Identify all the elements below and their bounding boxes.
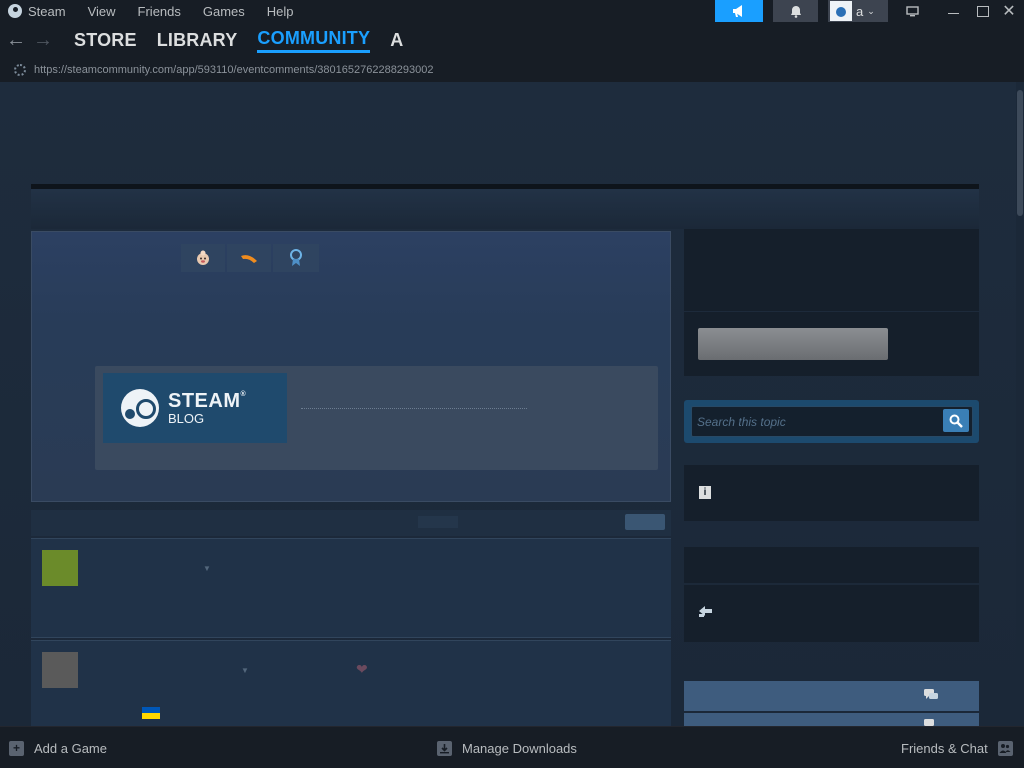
avatar [830, 1, 852, 21]
menu-help[interactable]: Help [267, 4, 294, 19]
search-button[interactable] [943, 409, 969, 432]
ribbon-award-icon [290, 249, 302, 266]
steam-blog-word-steam: STEAM® [168, 390, 247, 412]
comments-header-label [418, 516, 458, 528]
sidebar-panel-top [684, 229, 979, 311]
comment-item: ▼ ❤ [31, 640, 671, 726]
forward-arrow-icon[interactable]: → [32, 29, 54, 52]
award-tile[interactable] [181, 244, 225, 272]
award-tile[interactable] [273, 244, 319, 272]
friends-chat-button[interactable]: Friends & Chat [901, 727, 1013, 768]
chat-bubbles-icon [923, 688, 939, 705]
comments-header-button[interactable] [625, 514, 665, 530]
nav-store[interactable]: STORE [74, 30, 137, 51]
info-icon: i [699, 486, 711, 499]
sidebar-panel-action [684, 312, 979, 376]
megaphone-icon [733, 5, 742, 17]
loading-spinner-icon [14, 64, 26, 76]
comments-header [31, 510, 671, 536]
url-bar: https://steamcommunity.com/app/593110/ev… [0, 58, 1024, 82]
menu-friends[interactable]: Friends [138, 4, 181, 19]
chevron-down-icon: ⌄ [867, 5, 875, 16]
big-picture-button[interactable] [897, 0, 927, 22]
steam-blog-word-blog: BLOG [168, 411, 205, 426]
menu-steam-label: Steam [28, 3, 66, 19]
menu-steam[interactable]: Steam [8, 4, 66, 19]
bottom-bar: + Add a Game Manage Downloads Friends & … [0, 726, 1024, 768]
close-icon: ✕ [1002, 3, 1016, 20]
sidebar-share-panel [684, 585, 979, 642]
maximize-icon [977, 5, 989, 17]
minimize-icon [947, 12, 959, 14]
add-game-button[interactable]: + Add a Game [9, 727, 107, 768]
search-field-wrap [691, 406, 973, 437]
minimize-button[interactable] [938, 0, 968, 22]
sidebar-action-button[interactable] [698, 328, 888, 360]
sidebar-discussion-link[interactable] [684, 681, 979, 711]
steam-blog-embed[interactable]: STEAM® BLOG [95, 366, 658, 470]
back-arrow-icon[interactable]: ← [5, 29, 27, 52]
announcements-button[interactable] [715, 0, 763, 22]
bell-icon [790, 5, 801, 18]
header-shadow [31, 189, 979, 229]
award-strip [181, 244, 319, 272]
trademark-mark: ® [240, 391, 247, 398]
sidebar-info-panel: i [684, 465, 979, 521]
sidebar-discussion-link[interactable] [684, 713, 979, 726]
face-award-icon [197, 250, 209, 265]
chat-bubbles-icon [923, 716, 939, 726]
chevron-down-icon[interactable]: ▼ [203, 564, 211, 573]
url-text[interactable]: https://steamcommunity.com/app/593110/ev… [34, 64, 434, 76]
award-tile[interactable] [227, 244, 271, 272]
menu-games[interactable]: Games [203, 4, 245, 19]
page-scrollbar[interactable] [1016, 82, 1024, 726]
nav-library[interactable]: LIBRARY [157, 30, 238, 51]
comment-item: ▼ [31, 538, 671, 638]
sidebar-panel-header [684, 547, 979, 583]
menu-view[interactable]: View [88, 4, 116, 19]
account-menu-button[interactable]: a ⌄ [828, 0, 888, 22]
monitor-icon [905, 5, 919, 16]
manage-downloads-label: Manage Downloads [462, 740, 577, 756]
search-input[interactable] [692, 414, 972, 429]
scrollbar-thumb[interactable] [1017, 90, 1023, 216]
steam-logo-icon [121, 389, 159, 427]
navigation-bar: ← → STORE LIBRARY COMMUNITY A [0, 22, 1024, 58]
share-icon[interactable] [698, 604, 714, 622]
nav-user[interactable]: A [390, 30, 403, 51]
avatar[interactable] [42, 550, 78, 586]
search-icon [949, 414, 963, 428]
download-icon [437, 740, 452, 756]
heart-icon: ❤ [356, 661, 368, 677]
page-content: STEAM® BLOG ▼ ▼ ❤ Search this topic i [0, 82, 1024, 726]
chevron-down-icon[interactable]: ▼ [241, 666, 249, 675]
steam-blog-logo: STEAM® BLOG [103, 373, 287, 443]
dotted-divider [301, 408, 527, 409]
steam-logo-icon [8, 4, 22, 18]
avatar[interactable] [42, 652, 78, 688]
close-button[interactable]: ✕ [994, 0, 1024, 22]
topic-search-box [684, 400, 979, 443]
add-game-label: Add a Game [34, 740, 107, 756]
friends-chat-label: Friends & Chat [901, 740, 988, 756]
notifications-button[interactable] [773, 0, 818, 22]
friends-icon [997, 740, 1013, 756]
manage-downloads-button[interactable]: Manage Downloads [437, 727, 577, 768]
boomerang-award-icon [241, 255, 257, 263]
plus-icon: + [9, 740, 24, 756]
account-name: a [856, 3, 864, 19]
ukraine-flag-icon [142, 707, 160, 719]
nav-community[interactable]: COMMUNITY [257, 28, 371, 53]
event-post-card: STEAM® BLOG [31, 231, 671, 502]
